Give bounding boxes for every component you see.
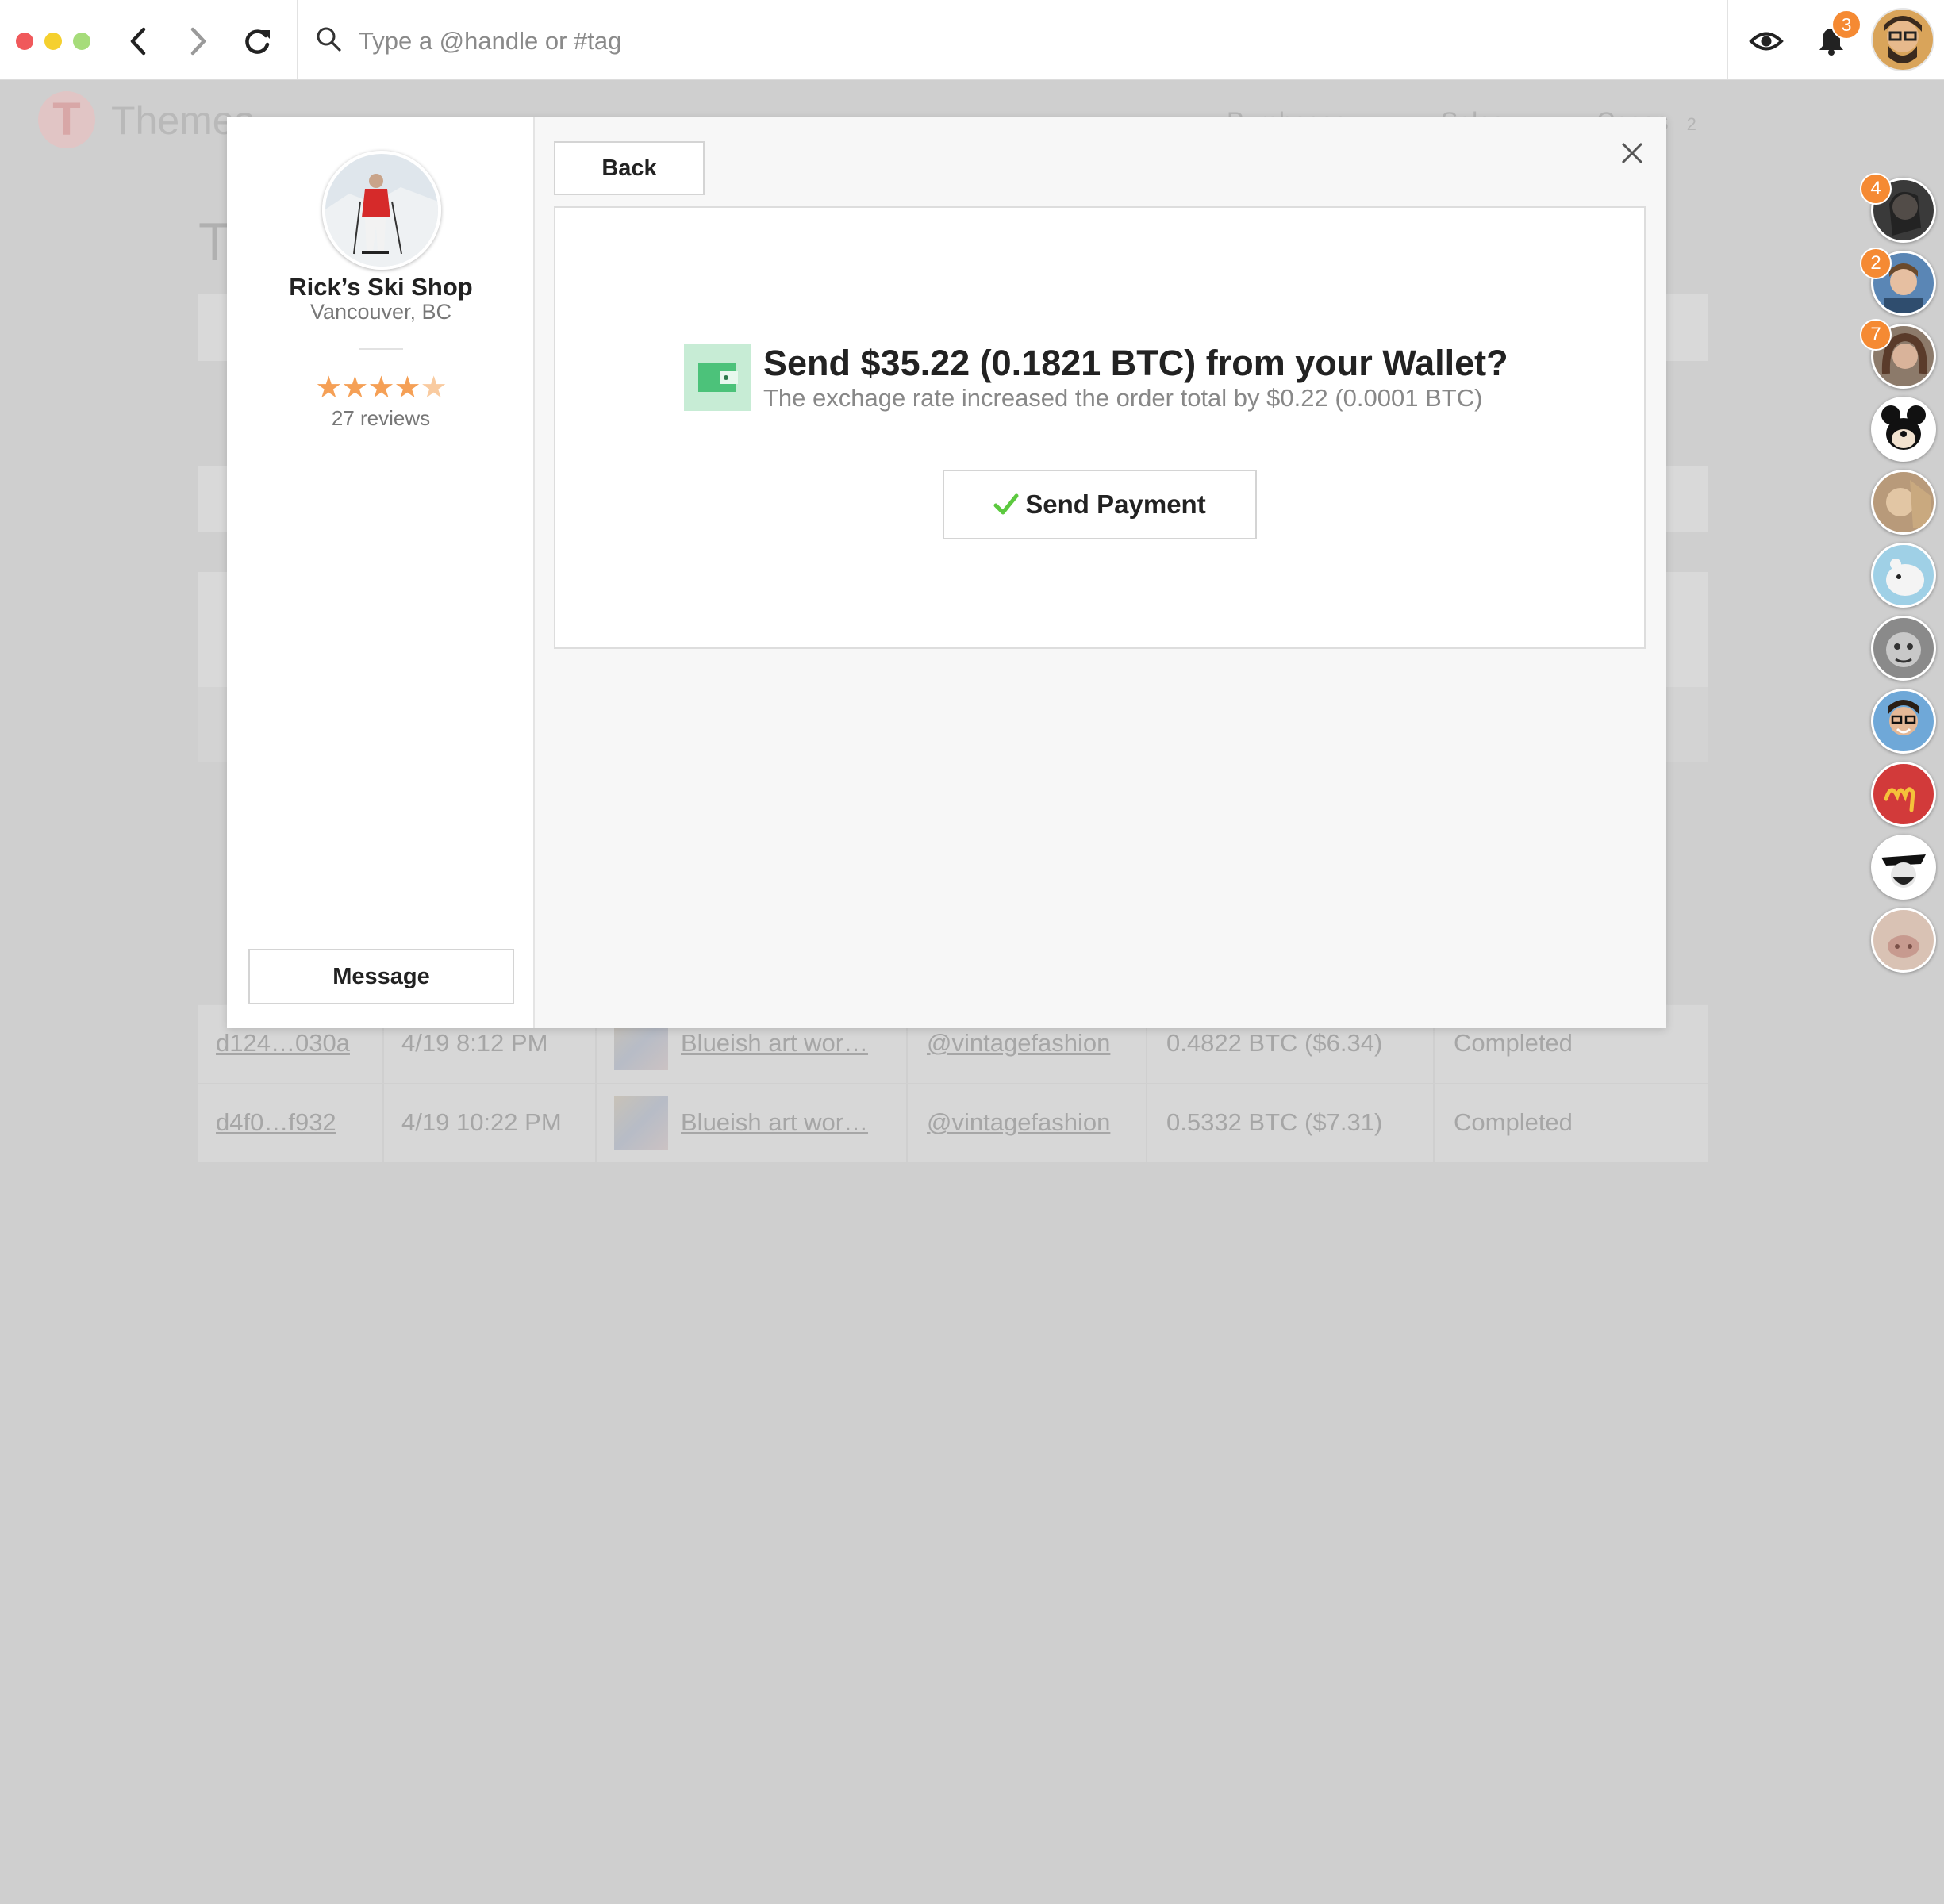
star-icon: ★	[341, 371, 368, 405]
checkmark-icon	[993, 493, 1019, 516]
contact-avatar[interactable]	[1871, 397, 1936, 462]
user-avatar[interactable]	[1871, 8, 1934, 71]
divider	[359, 348, 403, 350]
payment-confirmation-panel: Send $35.22 (0.1821 BTC) from your Walle…	[554, 206, 1646, 649]
window-minimize-dot[interactable]	[44, 33, 62, 50]
star-icon: ★	[315, 371, 342, 405]
contact-avatar[interactable]	[1871, 616, 1936, 681]
window-close-dot[interactable]	[16, 33, 33, 50]
contact-avatar[interactable]	[1871, 762, 1936, 827]
contact-avatar[interactable]	[1871, 689, 1936, 754]
shop-avatar	[322, 151, 441, 270]
browser-toolbar: 3	[0, 0, 1944, 80]
confirm-title: Send $35.22 (0.1821 BTC) from your Walle…	[763, 343, 1508, 383]
star-icon: ★	[420, 371, 448, 405]
item-thumbnail	[614, 1096, 668, 1150]
eye-icon[interactable]	[1742, 17, 1790, 65]
unread-badge: 4	[1860, 173, 1892, 205]
search-icon	[316, 26, 343, 57]
vendor-sidebar: Rick’s Ski Shop Vancouver, BC ★★★★★ 27 r…	[227, 117, 535, 1028]
table-row[interactable]: d4f0…f932 4/19 10:22 PM Blueish art wor……	[198, 1083, 1708, 1162]
close-icon[interactable]	[1614, 135, 1650, 171]
shop-location: Vancouver, BC	[309, 300, 452, 324]
app-logo: T	[38, 91, 95, 148]
star-rating: ★★★★★	[227, 370, 535, 405]
confirm-subtitle: The exchage rate increased the order tot…	[763, 384, 1483, 412]
send-payment-label: Send Payment	[1025, 489, 1206, 519]
reload-icon[interactable]	[233, 17, 281, 65]
wallet-icon	[684, 344, 751, 411]
star-icon: ★	[367, 371, 394, 405]
shop-name: Rick’s Ski Shop	[289, 273, 473, 301]
star-icon: ★	[394, 371, 421, 405]
contact-avatar[interactable]	[1871, 543, 1936, 608]
back-arrow-icon[interactable]	[114, 17, 162, 65]
window-zoom-dot[interactable]	[73, 33, 90, 50]
reviews-count[interactable]: 27 reviews	[227, 406, 535, 431]
send-payment-button[interactable]: Send Payment	[943, 470, 1257, 539]
toolbar-divider	[1727, 0, 1728, 79]
forward-arrow-icon[interactable]	[175, 17, 222, 65]
contact-avatar[interactable]	[1871, 908, 1936, 973]
unread-badge: 7	[1860, 319, 1892, 351]
search-input[interactable]	[357, 26, 1074, 56]
contact-avatar[interactable]	[1871, 470, 1936, 535]
unread-badge: 2	[1860, 248, 1892, 279]
search-bar[interactable]	[316, 17, 1074, 65]
payment-modal: Rick’s Ski Shop Vancouver, BC ★★★★★ 27 r…	[227, 117, 1666, 1028]
message-button[interactable]: Message	[248, 949, 514, 1004]
back-button[interactable]: Back	[554, 141, 705, 195]
notifications-badge: 3	[1831, 10, 1861, 40]
contact-avatar[interactable]	[1871, 835, 1936, 900]
toolbar-divider	[297, 0, 298, 79]
